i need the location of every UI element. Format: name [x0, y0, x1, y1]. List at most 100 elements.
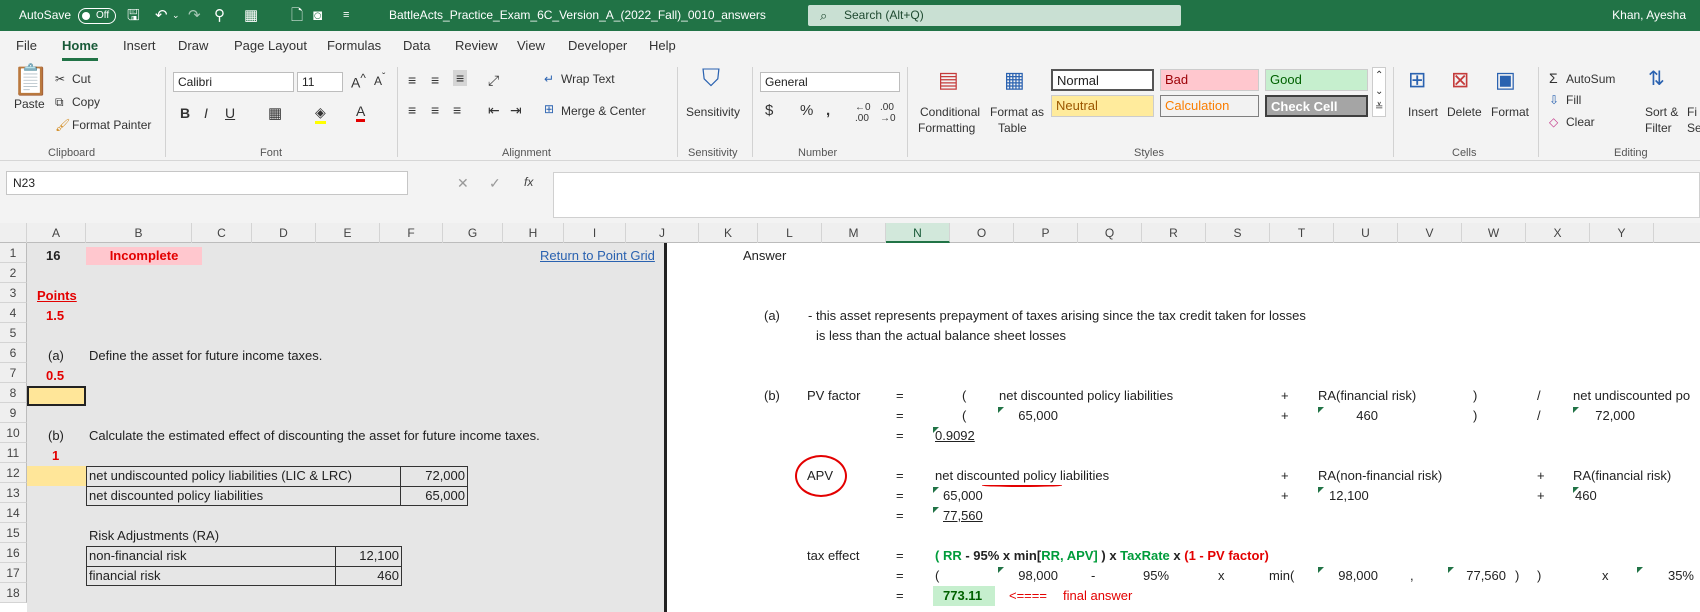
sort-filter-label[interactable]: Filter	[1645, 121, 1672, 135]
fill-icon[interactable]: ⇩	[1549, 93, 1559, 107]
sensitivity-button[interactable]: Sensitivity	[686, 105, 740, 119]
delete-cells-icon[interactable]: ⊠	[1451, 67, 1469, 93]
name-box[interactable]: N23	[6, 171, 408, 195]
column-header-t[interactable]: T	[1270, 223, 1334, 243]
clear-button[interactable]: Clear	[1566, 115, 1595, 129]
row-header-7[interactable]: 7	[0, 363, 27, 383]
merge-icon[interactable]: ⊞	[544, 102, 554, 116]
tab-help[interactable]: Help	[649, 31, 676, 61]
cut-icon[interactable]: ✂	[55, 72, 65, 86]
row-header-4[interactable]: 4	[0, 303, 27, 323]
save-icon[interactable]: 🖫	[127, 0, 140, 31]
sensitivity-icon[interactable]: ⛉	[702, 65, 720, 93]
align-right-icon[interactable]: ≡	[453, 102, 461, 118]
answer-input-b[interactable]	[27, 466, 86, 486]
insert-cells-button[interactable]: Insert	[1408, 105, 1438, 119]
row-header-2[interactable]: 2	[0, 263, 27, 283]
tab-formulas[interactable]: Formulas	[327, 31, 381, 61]
grow-font-icon[interactable]: A^	[351, 72, 366, 91]
new-file-icon[interactable]: 🗋	[291, 0, 303, 31]
column-header-c[interactable]: C	[192, 223, 252, 243]
file-title[interactable]: BattleActs_Practice_Exam_6C_Version_A_(2…	[389, 0, 766, 31]
select-all-corner[interactable]	[0, 223, 27, 243]
column-header-q[interactable]: Q	[1078, 223, 1142, 243]
answer-input-a[interactable]	[27, 386, 86, 406]
user-name[interactable]: Khan, Ayesha	[1612, 0, 1686, 31]
column-header-f[interactable]: F	[380, 223, 443, 243]
tab-page-layout[interactable]: Page Layout	[234, 31, 307, 61]
font-color-icon[interactable]: A	[356, 103, 366, 122]
wrap-text-button[interactable]: Wrap Text	[561, 72, 615, 86]
align-bottom-icon[interactable]: ≡	[453, 70, 468, 86]
row-header-11[interactable]: 11	[0, 443, 27, 463]
format-as-table-icon[interactable]: ▦	[1004, 67, 1025, 93]
orientation-icon[interactable]: ⤢	[488, 72, 499, 89]
tab-view[interactable]: View	[517, 31, 545, 61]
redo-icon[interactable]: ↷	[188, 0, 201, 31]
row-header-13[interactable]: 13	[0, 483, 27, 503]
autosum-button[interactable]: AutoSum	[1566, 72, 1615, 86]
delete-cells-button[interactable]: Delete	[1447, 105, 1482, 119]
column-header-r[interactable]: R	[1142, 223, 1206, 243]
column-header-s[interactable]: S	[1206, 223, 1270, 243]
shrink-font-icon[interactable]: Aˇ	[374, 72, 385, 88]
wrap-text-icon[interactable]: ↵	[544, 72, 554, 86]
row-header-8[interactable]: 8	[0, 383, 27, 403]
tab-home[interactable]: Home	[62, 31, 99, 61]
align-center-icon[interactable]: ≡	[431, 102, 439, 118]
tab-developer[interactable]: Developer	[568, 31, 627, 61]
column-header-h[interactable]: H	[503, 223, 564, 243]
camera-icon[interactable]: ◙	[313, 0, 322, 31]
copy-icon[interactable]: ⧉	[55, 95, 64, 110]
font-size-select[interactable]: 11	[297, 72, 343, 92]
number-format-select[interactable]: General	[760, 72, 900, 92]
column-header-a[interactable]: A	[27, 223, 86, 243]
column-header-u[interactable]: U	[1334, 223, 1398, 243]
undo-dropdown-icon[interactable]: ⌄	[172, 0, 180, 31]
borders-icon[interactable]: ▦	[268, 104, 282, 122]
insert-cells-icon[interactable]: ⊞	[1408, 67, 1426, 93]
enter-icon[interactable]: ✓	[489, 175, 501, 192]
column-header-g[interactable]: G	[443, 223, 503, 243]
format-as-table-button[interactable]: Format as	[990, 105, 1044, 119]
style-check-cell[interactable]: Check Cell	[1265, 95, 1368, 117]
format-as-table-label[interactable]: Table	[998, 121, 1027, 135]
tab-draw[interactable]: Draw	[178, 31, 208, 61]
format-cells-button[interactable]: Format	[1491, 105, 1529, 119]
column-header-e[interactable]: E	[316, 223, 380, 243]
undo-icon[interactable]: ↶	[155, 0, 168, 31]
increase-indent-icon[interactable]: ⇥	[510, 102, 522, 119]
italic-button[interactable]: I	[204, 105, 208, 121]
row-header-14[interactable]: 14	[0, 503, 27, 523]
row-header-3[interactable]: 3	[0, 283, 27, 303]
column-header-x[interactable]: X	[1526, 223, 1590, 243]
percent-icon[interactable]: %	[800, 102, 813, 119]
insert-function-button[interactable]: fx	[524, 175, 533, 189]
style-good[interactable]: Good	[1265, 69, 1368, 91]
column-header-l[interactable]: L	[758, 223, 822, 243]
copy-button[interactable]: Copy	[72, 95, 100, 109]
conditional-formatting-button[interactable]: Conditional	[920, 105, 980, 119]
paste-button[interactable]: Paste	[14, 97, 45, 111]
format-painter-icon[interactable]: 🖌	[55, 118, 70, 132]
find-select-label[interactable]: Sel	[1687, 121, 1700, 135]
format-painter-button[interactable]: Format Painter	[72, 118, 151, 132]
bold-button[interactable]: B	[180, 105, 190, 121]
style-calculation[interactable]: Calculation	[1160, 95, 1259, 117]
row-header-9[interactable]: 9	[0, 403, 27, 423]
formula-input[interactable]	[553, 172, 1700, 218]
clear-icon[interactable]: ◇	[1549, 115, 1558, 129]
style-neutral[interactable]: Neutral	[1051, 95, 1154, 117]
cut-button[interactable]: Cut	[72, 72, 91, 86]
currency-icon[interactable]: $	[765, 102, 773, 119]
column-header-m[interactable]: M	[822, 223, 886, 243]
row-header-5[interactable]: 5	[0, 323, 27, 343]
row-header-18[interactable]: 18	[0, 583, 27, 603]
column-header-w[interactable]: W	[1462, 223, 1526, 243]
column-header-y[interactable]: Y	[1590, 223, 1654, 243]
row-header-10[interactable]: 10	[0, 423, 27, 443]
autosave-toggle[interactable]: Off	[78, 8, 116, 24]
borders-qa-icon[interactable]: ▦	[244, 0, 258, 31]
search-box[interactable]: ⌕ Search (Alt+Q)	[808, 5, 1181, 26]
styles-scroll-icon[interactable]: ⌃ ⌄ ≚	[1372, 67, 1387, 117]
